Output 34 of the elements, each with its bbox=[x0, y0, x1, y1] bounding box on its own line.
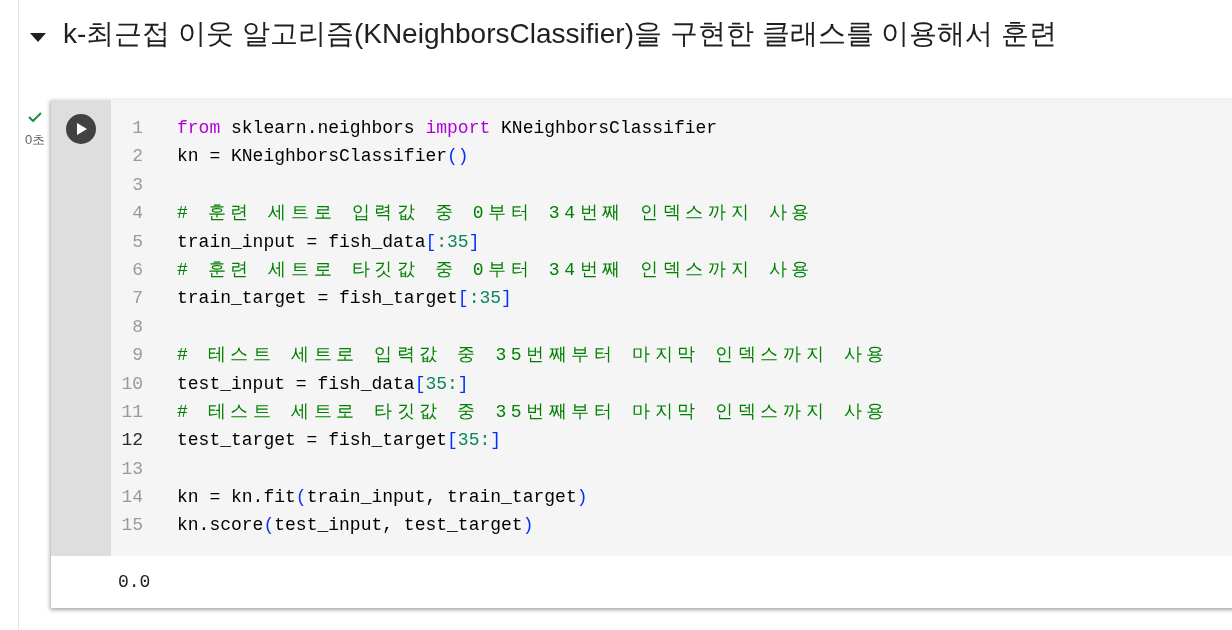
line-number: 7 bbox=[131, 287, 143, 311]
line-number: 4 bbox=[131, 202, 143, 226]
code-line: # 테스트 세트로 입력값 중 35번째부터 마지막 인덱스까지 사용 bbox=[177, 344, 889, 368]
code-line: train_input = fish_data[:35] bbox=[177, 230, 480, 254]
code-line: train_target = fish_target[:35] bbox=[177, 287, 512, 311]
line-number: 9 bbox=[131, 344, 143, 368]
line-number: 10 bbox=[120, 372, 143, 396]
line-number: 12 bbox=[120, 429, 143, 453]
line-number: 15 bbox=[120, 514, 143, 538]
code-line: kn = kn.fit(train_input, train_target) bbox=[177, 486, 588, 510]
run-duration: 0초 bbox=[24, 132, 46, 148]
line-number: 2 bbox=[131, 145, 143, 169]
code-line: # 훈련 세트로 타깃값 중 0부터 34번째 인덱스까지 사용 bbox=[177, 258, 814, 282]
code-line: kn.score(test_input, test_target) bbox=[177, 514, 534, 538]
run-button[interactable] bbox=[66, 114, 96, 144]
caret-down-icon[interactable] bbox=[30, 32, 46, 42]
code-line: test_target = fish_target[35:] bbox=[177, 429, 502, 453]
line-number: 3 bbox=[131, 173, 143, 197]
line-number: 8 bbox=[131, 315, 143, 339]
line-number: 14 bbox=[120, 486, 143, 510]
line-number: 1 bbox=[131, 117, 143, 140]
code-line: # 테스트 세트로 타깃값 중 35번째부터 마지막 인덱스까지 사용 bbox=[177, 400, 889, 424]
code-line: from sklearn.neighbors import KNeighborsClassifier bbox=[177, 117, 718, 140]
code-line: # 훈련 세트로 입력값 중 0부터 34번째 인덱스까지 사용 bbox=[177, 202, 814, 226]
output-text: 0.0 bbox=[118, 571, 151, 592]
play-icon bbox=[77, 123, 87, 135]
section-heading: k-최근접 이웃 알고리즘(KNeighborsClassifier)을 구현한 클래스를 이용해서 훈련 bbox=[63, 17, 1058, 51]
line-number: 5 bbox=[131, 230, 143, 254]
line-number: 6 bbox=[131, 258, 143, 282]
code-line: test_input = fish_data[35:] bbox=[177, 372, 469, 396]
check-icon bbox=[28, 112, 42, 122]
line-number: 13 bbox=[120, 457, 143, 481]
code-line: kn = KNeighborsClassifier() bbox=[177, 145, 469, 169]
line-number: 11 bbox=[120, 400, 143, 424]
